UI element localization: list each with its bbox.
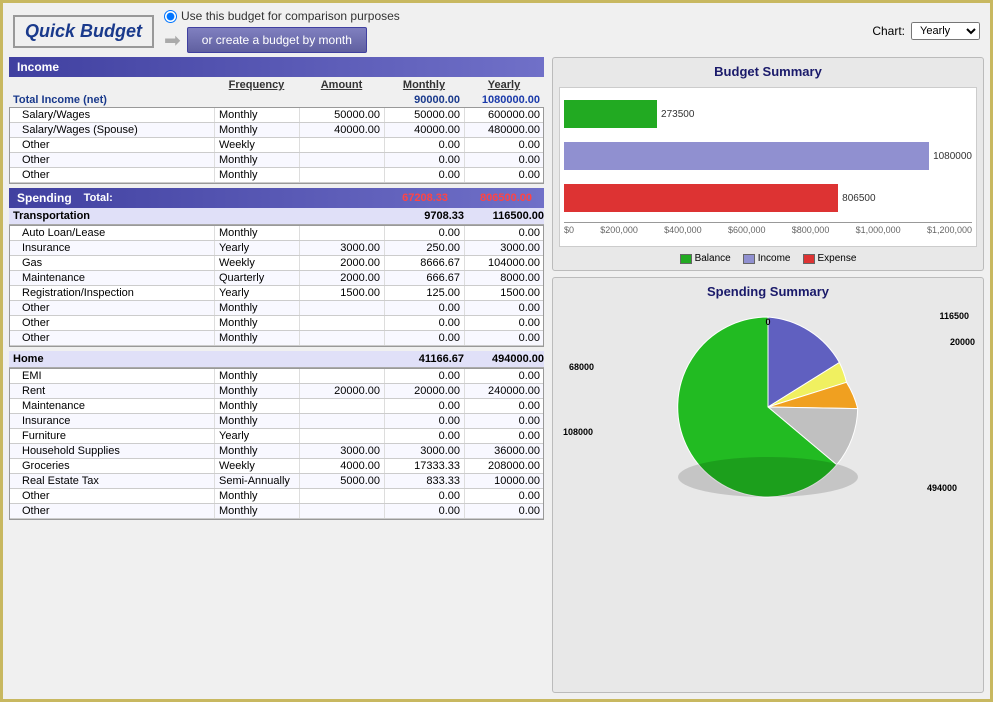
table-row: Insurance Yearly 3000.00 250.00 3000.00 — [10, 241, 543, 256]
legend-income: Income — [743, 253, 791, 264]
legend-balance-color — [680, 254, 692, 264]
balance-bar-row: 273500 — [564, 96, 972, 132]
legend-expense: Expense — [803, 253, 857, 264]
left-panel: Income Frequency Amount Monthly Yearly T… — [9, 57, 544, 693]
income-total-row: Total Income (net) 90000.00 1080000.00 — [9, 93, 544, 107]
table-row: Other Weekly 0.00 0.00 — [10, 138, 543, 153]
spending-header: Spending Total: 67208.33 806500.00 — [9, 188, 544, 208]
table-row: Household Supplies Monthly 3000.00 3000.… — [10, 444, 543, 459]
expense-bar — [564, 184, 838, 212]
income-value: 1080000 — [933, 151, 972, 162]
legend-expense-color — [803, 254, 815, 264]
quick-budget-title: Quick Budget — [13, 15, 154, 48]
balance-value: 273500 — [661, 109, 694, 120]
bar-chart: 273500 1080000 806500 — [559, 87, 977, 247]
expense-bar-row: 806500 — [564, 180, 972, 216]
pie-label-68000: 68000 — [569, 362, 594, 372]
income-bar — [564, 142, 929, 170]
home-header: Home 41166.67 494000.00 — [9, 351, 544, 368]
table-row: Other Monthly 0.00 0.00 — [10, 504, 543, 519]
table-row: Other Monthly 0.00 0.00 — [10, 168, 543, 183]
spending-section: Spending Total: 67208.33 806500.00 Trans… — [9, 188, 544, 520]
legend-income-color — [743, 254, 755, 264]
table-row: Furniture Yearly 0.00 0.00 — [10, 429, 543, 444]
chart-legend: Balance Income Expense — [559, 253, 977, 264]
expense-value: 806500 — [842, 193, 875, 204]
table-row: EMI Monthly 0.00 0.00 — [10, 369, 543, 384]
pie-chart-svg — [663, 312, 873, 502]
chart-label: Chart: — [872, 24, 905, 38]
legend-balance: Balance — [680, 253, 731, 264]
table-row: Other Monthly 0.00 0.00 — [10, 489, 543, 504]
chart-selector-dropdown[interactable]: Yearly Monthly — [911, 22, 980, 40]
use-budget-radio[interactable] — [164, 10, 177, 23]
spending-summary-box: Spending Summary — [552, 277, 984, 693]
transportation-header: Transportation 9708.33 116500.00 — [9, 208, 544, 225]
balance-bar — [564, 100, 657, 128]
pie-label-20000: 20000 — [950, 337, 975, 347]
x-axis: $0 $200,000 $400,000 $600,000 $800,000 $… — [564, 222, 972, 235]
budget-summary-box: Budget Summary 273500 1080000 — [552, 57, 984, 271]
income-table: Salary/Wages Monthly 50000.00 50000.00 6… — [9, 107, 544, 184]
table-row: Maintenance Monthly 0.00 0.00 — [10, 399, 543, 414]
create-budget-button[interactable]: or create a budget by month — [187, 27, 367, 53]
transportation-table: Auto Loan/Lease Monthly 0.00 0.00 Insura… — [9, 225, 544, 347]
table-row: Salary/Wages Monthly 50000.00 50000.00 6… — [10, 108, 543, 123]
table-row: Gas Weekly 2000.00 8666.67 104000.00 — [10, 256, 543, 271]
table-row: Maintenance Quarterly 2000.00 666.67 800… — [10, 271, 543, 286]
arrow-icon: ➡ — [164, 28, 181, 53]
income-section: Income Frequency Amount Monthly Yearly T… — [9, 57, 544, 184]
table-row: Groceries Weekly 4000.00 17333.33 208000… — [10, 459, 543, 474]
budget-summary-title: Budget Summary — [559, 64, 977, 79]
table-row: Other Monthly 0.00 0.00 — [10, 301, 543, 316]
right-panel: Budget Summary 273500 1080000 — [544, 57, 984, 693]
table-row: Salary/Wages (Spouse) Monthly 40000.00 4… — [10, 123, 543, 138]
spending-summary-title: Spending Summary — [559, 284, 977, 299]
table-row: Real Estate Tax Semi-Annually 5000.00 83… — [10, 474, 543, 489]
pie-label-0: 0 — [765, 317, 770, 327]
pie-chart-container: 116500 20000 0 68000 108000 494000 — [559, 307, 977, 507]
income-col-headers: Frequency Amount Monthly Yearly — [9, 77, 544, 93]
table-row: Other Monthly 0.00 0.00 — [10, 316, 543, 331]
income-bar-row: 1080000 — [564, 138, 972, 174]
pie-label-108000: 108000 — [563, 427, 593, 437]
pie-label-116500: 116500 — [939, 311, 969, 321]
table-row: Other Monthly 0.00 0.00 — [10, 153, 543, 168]
table-row: Registration/Inspection Yearly 1500.00 1… — [10, 286, 543, 301]
home-table: EMI Monthly 0.00 0.00 Rent Monthly 20000… — [9, 368, 544, 520]
table-row: Rent Monthly 20000.00 20000.00 240000.00 — [10, 384, 543, 399]
pie-label-494000: 494000 — [927, 483, 957, 493]
table-row: Auto Loan/Lease Monthly 0.00 0.00 — [10, 226, 543, 241]
table-row: Insurance Monthly 0.00 0.00 — [10, 414, 543, 429]
income-header: Income — [9, 57, 544, 77]
table-row: Other Monthly 0.00 0.00 — [10, 331, 543, 346]
